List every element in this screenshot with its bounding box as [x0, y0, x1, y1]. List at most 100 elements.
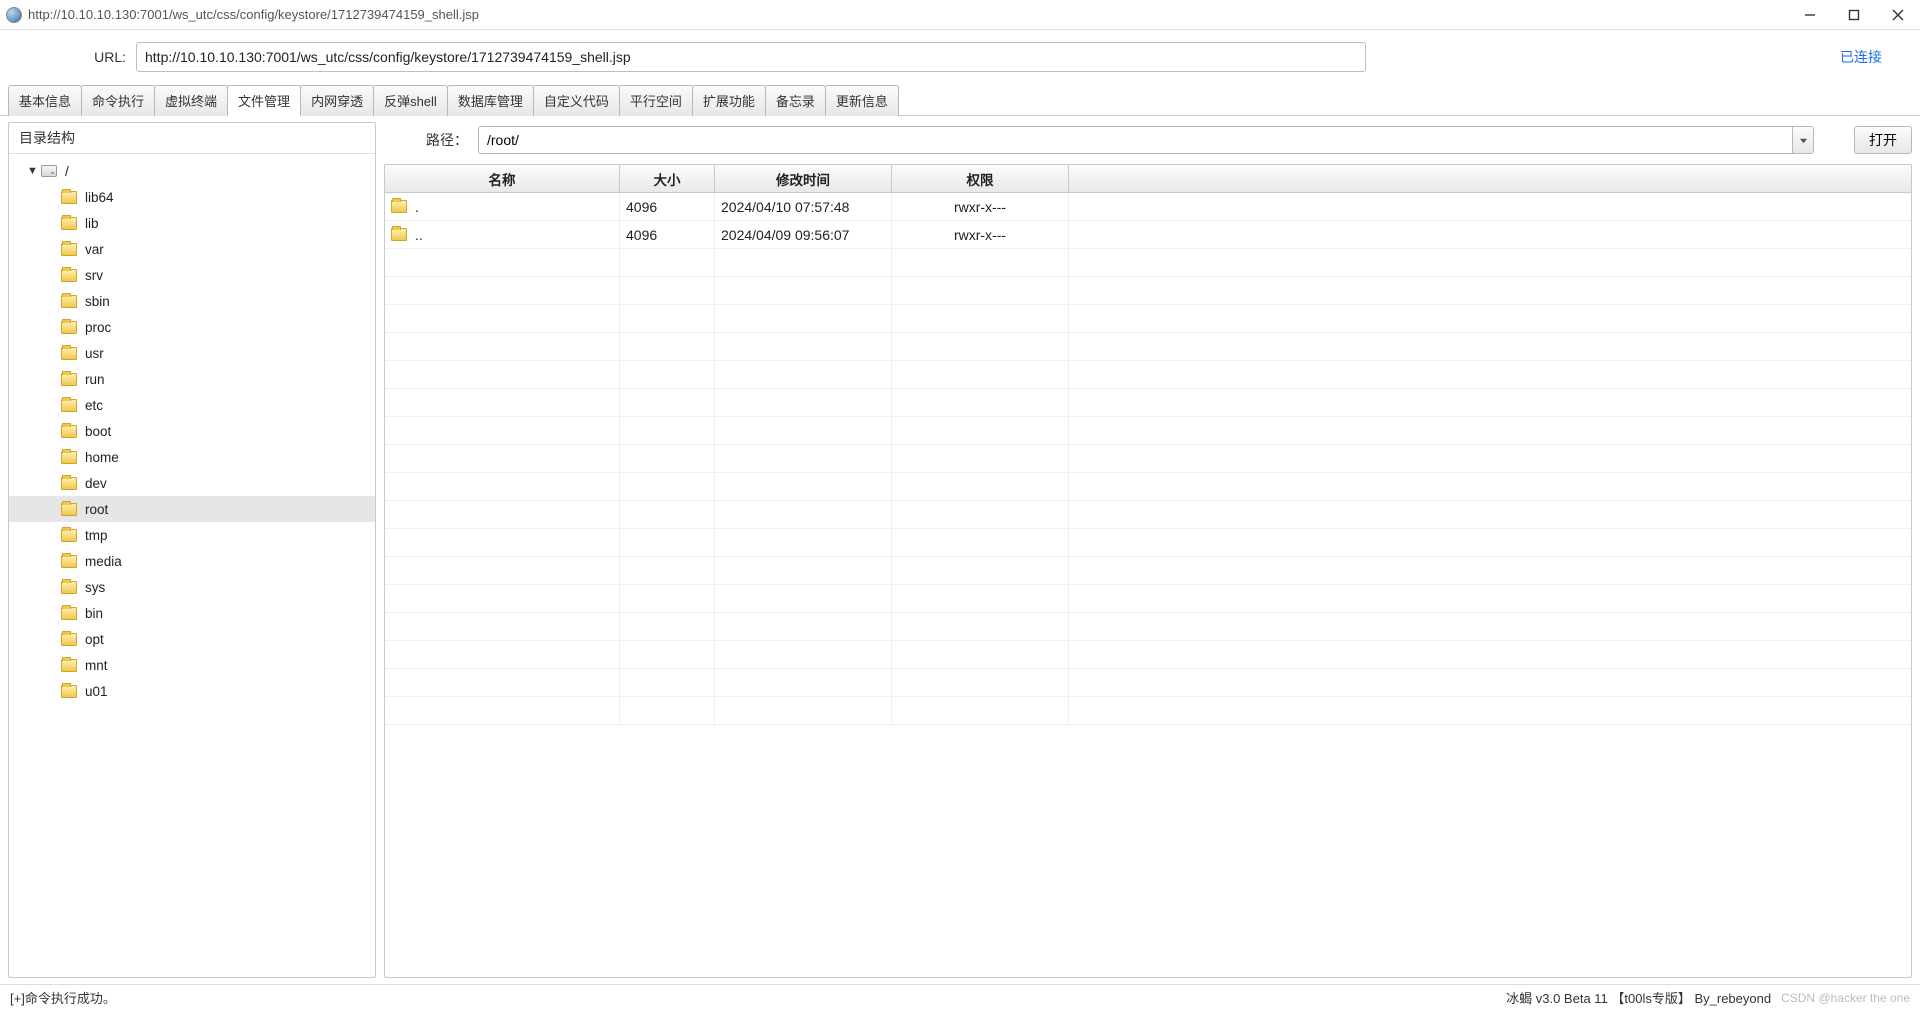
tree-item-lib64[interactable]: lib64: [9, 184, 375, 210]
tree-item-opt[interactable]: opt: [9, 626, 375, 652]
folder-icon: [61, 555, 77, 568]
close-button[interactable]: [1890, 7, 1906, 23]
tree-item-sys[interactable]: sys: [9, 574, 375, 600]
folder-icon: [61, 295, 77, 308]
folder-icon: [61, 503, 77, 516]
tree-item-mnt[interactable]: mnt: [9, 652, 375, 678]
watermark: CSDN @hacker the one: [1781, 991, 1910, 1005]
tree-item-tmp[interactable]: tmp: [9, 522, 375, 548]
folder-icon: [61, 477, 77, 490]
table-row-empty: .....: [385, 585, 1911, 613]
tab-10[interactable]: 备忘录: [765, 85, 826, 116]
tab-11[interactable]: 更新信息: [825, 85, 899, 116]
tab-4[interactable]: 内网穿透: [300, 85, 374, 116]
connection-status: 已连接: [1840, 47, 1902, 67]
folder-icon: [61, 321, 77, 334]
table-row[interactable]: ..40962024/04/09 09:56:07rwxr-x---: [385, 221, 1911, 249]
statusbar: [+]命令执行成功。 冰蝎 v3.0 Beta 11 【t00ls专版】 By_…: [0, 984, 1920, 1010]
tree-item-boot[interactable]: boot: [9, 418, 375, 444]
tree-item-proc[interactable]: proc: [9, 314, 375, 340]
folder-icon: [61, 633, 77, 646]
version-info: 冰蝎 v3.0 Beta 11 【t00ls专版】 By_rebeyond: [1506, 988, 1771, 1007]
tab-8[interactable]: 平行空间: [619, 85, 693, 116]
directory-tree[interactable]: ▼/lib64libvarsrvsbinprocusrrunetcboothom…: [9, 154, 375, 977]
tree-item-srv[interactable]: srv: [9, 262, 375, 288]
table-row-empty: .....: [385, 417, 1911, 445]
url-row: URL: 已连接: [0, 30, 1920, 84]
tree-item-home[interactable]: home: [9, 444, 375, 470]
tree-item-lib[interactable]: lib: [9, 210, 375, 236]
tab-0[interactable]: 基本信息: [8, 85, 82, 116]
tree-item-u01[interactable]: u01: [9, 678, 375, 704]
tree-root[interactable]: ▼/: [9, 158, 375, 184]
header-spacer: [1069, 165, 1911, 192]
app-icon: [6, 7, 22, 23]
header-perm[interactable]: 权限: [892, 165, 1069, 192]
tree-item-var[interactable]: var: [9, 236, 375, 262]
tree-item-usr[interactable]: usr: [9, 340, 375, 366]
table-row-empty: .....: [385, 697, 1911, 725]
window-title: http://10.10.10.130:7001/ws_utc/css/conf…: [28, 7, 1802, 22]
path-row: 路径： 打开: [384, 122, 1912, 164]
tree-item-bin[interactable]: bin: [9, 600, 375, 626]
tree-item-root[interactable]: root: [9, 496, 375, 522]
tree-item-dev[interactable]: dev: [9, 470, 375, 496]
table-row[interactable]: .40962024/04/10 07:57:48rwxr-x---: [385, 193, 1911, 221]
open-button[interactable]: 打开: [1854, 126, 1912, 154]
folder-icon: [61, 425, 77, 438]
main-panel: 路径： 打开 名称 大小 修改时间 权限 .40962024/04/10 07:…: [384, 122, 1912, 978]
header-size[interactable]: 大小: [620, 165, 715, 192]
table-row-empty: .....: [385, 277, 1911, 305]
folder-icon: [61, 269, 77, 282]
folder-icon: [61, 451, 77, 464]
status-message: [+]命令执行成功。: [10, 988, 116, 1007]
maximize-button[interactable]: [1846, 7, 1862, 23]
path-label: 路径：: [426, 130, 468, 150]
minimize-button[interactable]: [1802, 7, 1818, 23]
file-table: 名称 大小 修改时间 权限 .40962024/04/10 07:57:48rw…: [384, 164, 1912, 978]
tab-2[interactable]: 虚拟终端: [154, 85, 228, 116]
header-name[interactable]: 名称: [385, 165, 620, 192]
path-dropdown-button[interactable]: [1792, 126, 1814, 154]
table-row-empty: .....: [385, 305, 1911, 333]
tab-5[interactable]: 反弹shell: [373, 85, 448, 116]
url-input[interactable]: [136, 42, 1366, 72]
tree-item-run[interactable]: run: [9, 366, 375, 392]
folder-icon: [391, 228, 407, 241]
drive-icon: [41, 165, 57, 177]
sidebar-header: 目录结构: [9, 123, 375, 154]
folder-icon: [61, 399, 77, 412]
folder-icon: [61, 373, 77, 386]
folder-icon: [391, 200, 407, 213]
tab-1[interactable]: 命令执行: [81, 85, 155, 116]
tab-9[interactable]: 扩展功能: [692, 85, 766, 116]
sidebar: 目录结构 ▼/lib64libvarsrvsbinprocusrrunetcbo…: [8, 122, 376, 978]
table-row-empty: .....: [385, 641, 1911, 669]
folder-icon: [61, 243, 77, 256]
table-row-empty: .....: [385, 473, 1911, 501]
folder-icon: [61, 529, 77, 542]
folder-icon: [61, 659, 77, 672]
table-row-empty: .....: [385, 501, 1911, 529]
folder-icon: [61, 607, 77, 620]
tab-3[interactable]: 文件管理: [227, 85, 301, 116]
table-body: .40962024/04/10 07:57:48rwxr-x---..40962…: [385, 193, 1911, 977]
table-row-empty: .....: [385, 389, 1911, 417]
table-row-empty: .....: [385, 557, 1911, 585]
tab-6[interactable]: 数据库管理: [447, 85, 534, 116]
folder-icon: [61, 217, 77, 230]
table-row-empty: .....: [385, 669, 1911, 697]
tree-item-sbin[interactable]: sbin: [9, 288, 375, 314]
folder-icon: [61, 685, 77, 698]
tree-item-media[interactable]: media: [9, 548, 375, 574]
header-date[interactable]: 修改时间: [715, 165, 892, 192]
tree-item-etc[interactable]: etc: [9, 392, 375, 418]
table-row-empty: .....: [385, 529, 1911, 557]
table-row-empty: .....: [385, 333, 1911, 361]
tab-7[interactable]: 自定义代码: [533, 85, 620, 116]
path-input[interactable]: [478, 126, 1792, 154]
folder-icon: [61, 191, 77, 204]
table-header: 名称 大小 修改时间 权限: [385, 165, 1911, 193]
url-label: URL:: [90, 49, 126, 65]
tab-bar: 基本信息命令执行虚拟终端文件管理内网穿透反弹shell数据库管理自定义代码平行空…: [0, 84, 1920, 116]
